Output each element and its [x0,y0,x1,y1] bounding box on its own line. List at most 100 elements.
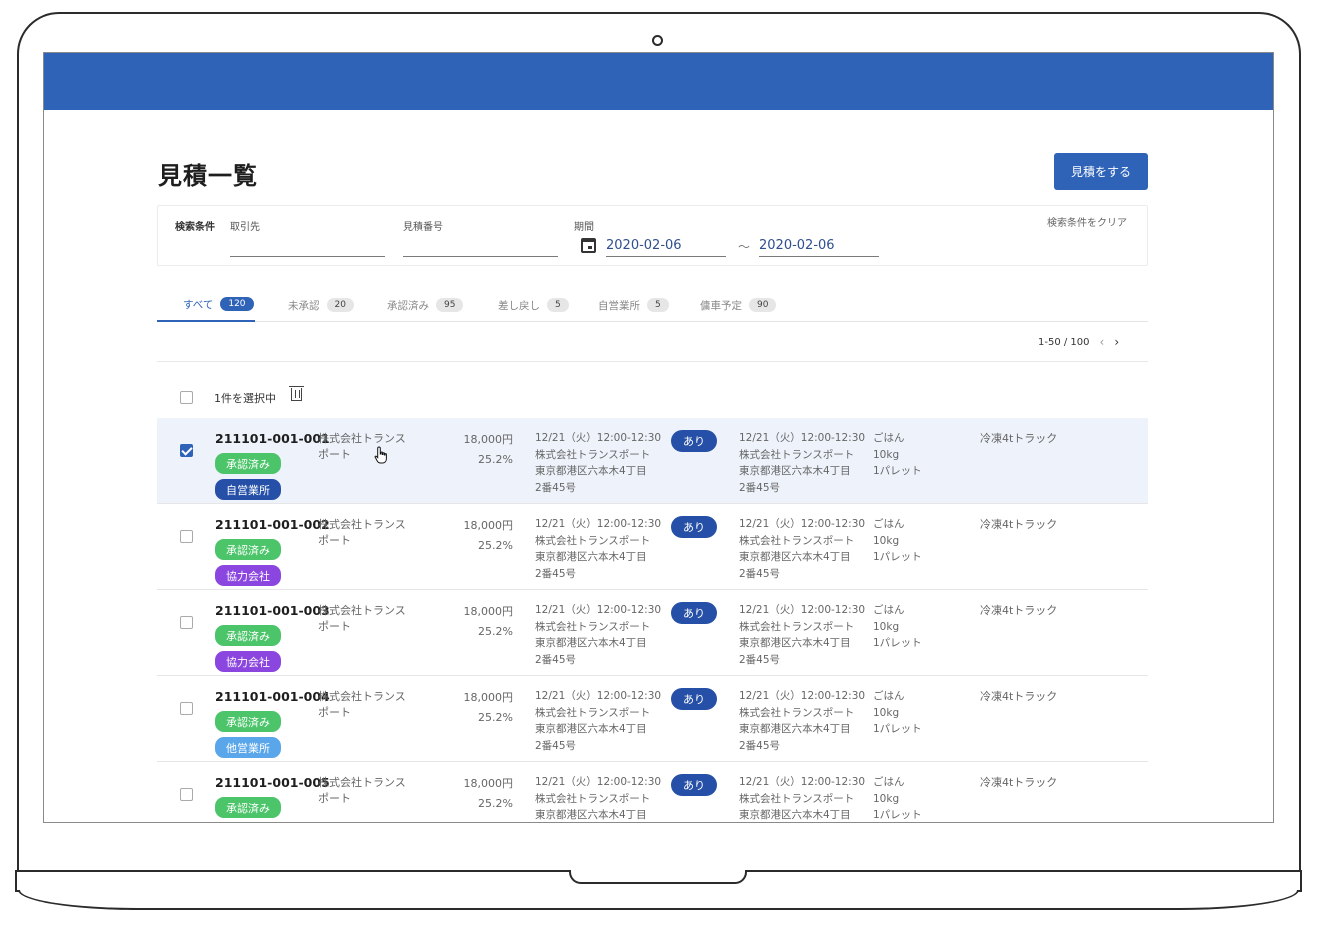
delivery-line: 2番45号 [739,567,781,580]
search-label: 検索条件 [175,222,215,233]
pickup-info: 12/21（火）12:00-12:30 株式会社トランスポート 東京都港区六本木… [535,430,661,496]
delivery-line: 12/21（火）12:00-12:30 [739,690,866,702]
tab-own-office[interactable]: 自営業所 5 [598,288,669,322]
cargo-line: ごはん [873,776,905,788]
delivery-line: 12/21（火）12:00-12:30 [739,604,866,616]
pickup-line: 2番45号 [535,481,577,494]
tab-approved[interactable]: 承認済み 95 [387,288,464,322]
delivery-info: 12/21（火）12:00-12:30 株式会社トランスポート 東京都港区六本木… [739,688,865,754]
pickup-info: 12/21（火）12:00-12:30 株式会社トランスポート 東京都港区六本木… [535,602,661,668]
delivery-line: 2番45号 [739,739,781,752]
pickup-line: 12/21（火）12:00-12:30 [535,432,662,444]
tab-label: 承認済み [387,299,429,312]
estimate-id[interactable]: 211101-001-005 [215,775,330,790]
row-checkbox[interactable] [180,530,193,543]
cargo-line: 1パレット [873,637,922,649]
vehicle-type: 冷凍4tトラック [980,432,1058,445]
estimate-list: 211101-001-001 承認済み 自営業所 株式会社トランスポート 18,… [157,418,1148,822]
camera-icon [652,35,663,46]
table-row[interactable]: 211101-001-002 承認済み 協力会社 株式会社トランスポート 18,… [157,504,1148,590]
pickup-line: 株式会社トランスポート [535,792,651,805]
price: 18,000円 [463,691,514,704]
create-estimate-button[interactable]: 見積をする [1054,153,1148,190]
status-badge: 承認済み [215,797,281,818]
estimate-id[interactable]: 211101-001-001 [215,431,330,446]
table-row[interactable]: 211101-001-003 承認済み 協力会社 株式会社トランスポート 18,… [157,590,1148,676]
clear-search-link[interactable]: 検索条件をクリア [1047,214,1127,229]
delivery-line: 2番45号 [739,653,781,666]
rate: 25.2% [478,453,513,466]
estimate-no-input[interactable] [403,256,558,257]
status-badge: 承認済み [215,711,281,732]
app-header [44,53,1273,110]
delivery-line: 12/21（火）12:00-12:30 [739,776,866,788]
pickup-line: 12/21（火）12:00-12:30 [535,604,662,616]
tab-count: 5 [647,298,669,312]
delivery-info: 12/21（火）12:00-12:30 株式会社トランスポート 東京都港区六本木… [739,430,865,496]
trash-icon[interactable] [289,386,304,401]
page-range: 1-50 / 100 [1038,336,1090,348]
tab-count: 120 [220,297,254,311]
pickup-line: 12/21（火）12:00-12:30 [535,690,662,702]
flag-pill: あり [671,430,717,452]
divider [157,361,1148,362]
company-name: 株式会社トランスポート [318,776,406,805]
delivery-line: 東京都港区六本木4丁目 [739,809,851,821]
delivery-info: 12/21（火）12:00-12:30 株式会社トランスポート 東京都港区六本木… [739,516,865,582]
office-badge: 自営業所 [215,479,281,500]
tab-label: 未承認 [288,299,320,312]
table-row[interactable]: 211101-001-004 承認済み 他営業所 株式会社トランスポート 18,… [157,676,1148,762]
row-checkbox[interactable] [180,702,193,715]
date-to-underline [759,256,879,257]
vehicle-type: 冷凍4tトラック [980,690,1058,703]
cargo-line: 10kg [873,706,900,719]
pagination: 1-50 / 100 ‹ › [1038,335,1119,349]
row-checkbox[interactable] [180,788,193,801]
tab-charter-planned[interactable]: 傭車予定 90 [700,288,777,322]
row-checkbox[interactable] [180,616,193,629]
next-page-button[interactable]: › [1114,335,1119,349]
cargo-line: ごはん [873,432,905,444]
row-checkbox[interactable] [180,444,193,457]
cargo-line: ごはん [873,518,905,530]
page-title: 見積一覧 [158,162,258,190]
cargo-line: 10kg [873,534,900,547]
delivery-line: 12/21（火）12:00-12:30 [739,432,866,444]
tab-returned[interactable]: 差し戻し 5 [498,288,569,322]
prev-page-button[interactable]: ‹ [1100,335,1105,349]
pickup-line: 株式会社トランスポート [535,706,651,719]
delivery-line: 株式会社トランスポート [739,448,855,461]
client-label: 取引先 [230,222,260,233]
tab-count: 5 [547,298,569,312]
company-name: 株式会社トランスポート [318,518,406,547]
delivery-line: 東京都港区六本木4丁目 [739,723,851,735]
estimate-id[interactable]: 211101-001-002 [215,517,330,532]
tab-all[interactable]: すべて 120 [157,288,255,322]
table-row[interactable]: 211101-001-001 承認済み 自営業所 株式会社トランスポート 18,… [157,418,1148,504]
delivery-info: 12/21（火）12:00-12:30 株式会社トランスポート 東京都港区六本木… [739,602,865,668]
date-from-input[interactable]: 2020-02-06 [606,238,682,253]
calendar-icon[interactable] [581,238,596,253]
price: 18,000円 [463,777,514,790]
delivery-line: 2番45号 [739,481,781,494]
cargo-line: ごはん [873,604,905,616]
estimate-id[interactable]: 211101-001-004 [215,689,330,704]
pickup-line: 12/21（火）12:00-12:30 [535,776,662,788]
cargo-line: 1パレット [873,809,922,821]
office-badge: 他営業所 [215,737,281,758]
tab-label: 傭車予定 [700,299,742,312]
cargo-info: ごはん 10kg 1パレット [873,430,922,480]
delivery-line: 東京都港区六本木4丁目 [739,465,851,477]
laptop-base-bottom [18,890,1299,910]
table-row[interactable]: 211101-001-005 承認済み 株式会社トランスポート 18,000円 … [157,762,1148,822]
select-all-checkbox[interactable] [180,391,193,404]
tab-count: 90 [749,298,777,312]
tab-unapproved[interactable]: 未承認 20 [288,288,354,322]
date-to-input[interactable]: 2020-02-06 [759,238,835,253]
office-badge: 協力会社 [215,651,281,672]
date-from-underline [606,256,726,257]
client-input[interactable] [230,256,385,257]
cargo-line: 1パレット [873,465,922,477]
hand-cursor-icon [374,446,387,464]
estimate-id[interactable]: 211101-001-003 [215,603,330,618]
